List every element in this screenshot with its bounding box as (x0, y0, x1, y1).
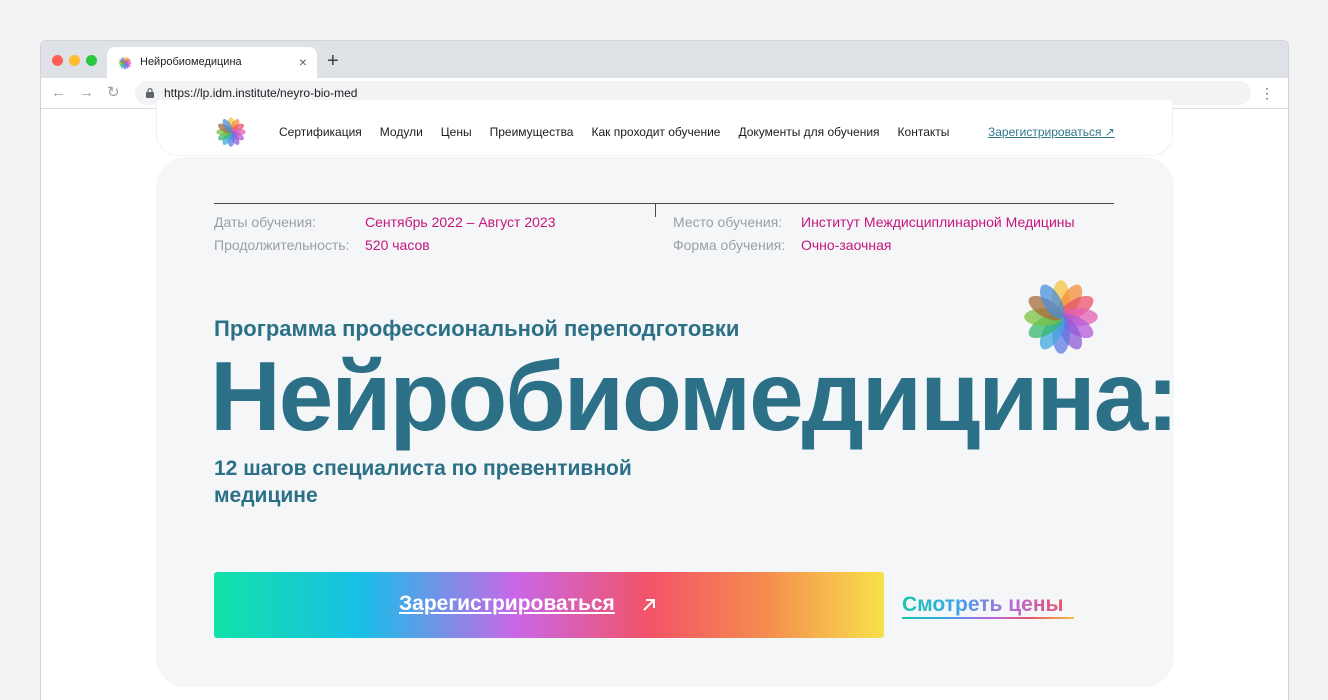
minimize-window-button[interactable] (69, 55, 80, 66)
nav-link-how-it-works[interactable]: Как проходит обучение (591, 125, 720, 139)
nav-link-prices[interactable]: Цены (441, 125, 472, 139)
tab-close-icon[interactable]: × (299, 53, 307, 71)
tab-active[interactable]: Нейробиомедицина × (107, 47, 317, 78)
nav-link-certification[interactable]: Сертификация (279, 125, 362, 139)
new-tab-button[interactable]: + (327, 50, 339, 72)
info-dates-label: Даты обучения: (214, 214, 316, 230)
site-header: Сертификация Модули Цены Преимущества Ка… (156, 100, 1173, 156)
hero-section: Даты обучения: Сентябрь 2022 – Август 20… (156, 157, 1179, 687)
info-dates-value: Сентябрь 2022 – Август 2023 (365, 214, 556, 230)
program-subtitle: Программа профессиональной переподготовк… (214, 316, 740, 341)
view-prices-underline (902, 617, 1074, 619)
browser-menu-icon[interactable]: ⋮ (1260, 84, 1274, 102)
register-button-label: Зарегистрироваться (399, 592, 615, 615)
lock-icon (146, 88, 154, 98)
divider-tick (655, 203, 656, 217)
favicon-flower-icon (118, 56, 132, 70)
register-button[interactable]: Зарегистрироваться (214, 572, 884, 638)
nav-register-link[interactable]: Зарегистрироваться ↗ (988, 125, 1115, 139)
browser-window: Нейробиомедицина × + ← → ↻ https://lp.id… (40, 40, 1289, 700)
info-place-value: Институт Междисциплинарной Медицины (801, 214, 1075, 230)
url-text: https://lp.idm.institute/neyro-bio-med (164, 86, 358, 100)
info-duration-value: 520 часов (365, 237, 430, 253)
site-logo-icon[interactable] (215, 116, 247, 148)
arrow-up-right-icon (643, 599, 655, 611)
site-nav-links: Сертификация Модули Цены Преимущества Ка… (279, 125, 967, 139)
page-title: Нейробиомедицина: (210, 341, 1179, 451)
info-form-value: Очно-заочная (801, 237, 892, 253)
maximize-window-button[interactable] (86, 55, 97, 66)
nav-link-contacts[interactable]: Контакты (898, 125, 950, 139)
tab-title: Нейробиомедицина (140, 56, 242, 68)
divider (214, 203, 1114, 204)
page-viewport: Сертификация Модули Цены Преимущества Ка… (41, 100, 1288, 700)
program-tagline: 12 шагов специалиста по превентивной мед… (214, 457, 632, 507)
forward-icon[interactable]: → (79, 84, 94, 102)
info-place-label: Место обучения: (673, 214, 783, 230)
nav-link-advantages[interactable]: Преимущества (490, 125, 574, 139)
reload-icon[interactable]: ↻ (107, 84, 120, 102)
back-icon[interactable]: ← (51, 84, 66, 102)
nav-link-modules[interactable]: Модули (380, 125, 423, 139)
info-duration-label: Продолжительность: (214, 237, 350, 253)
nav-link-documents[interactable]: Документы для обучения (738, 125, 879, 139)
tab-bar: Нейробиомедицина × + (41, 41, 1288, 78)
info-form-label: Форма обучения: (673, 237, 786, 253)
view-prices-link[interactable]: Смотреть цены (902, 593, 1063, 617)
close-window-button[interactable] (52, 55, 63, 66)
